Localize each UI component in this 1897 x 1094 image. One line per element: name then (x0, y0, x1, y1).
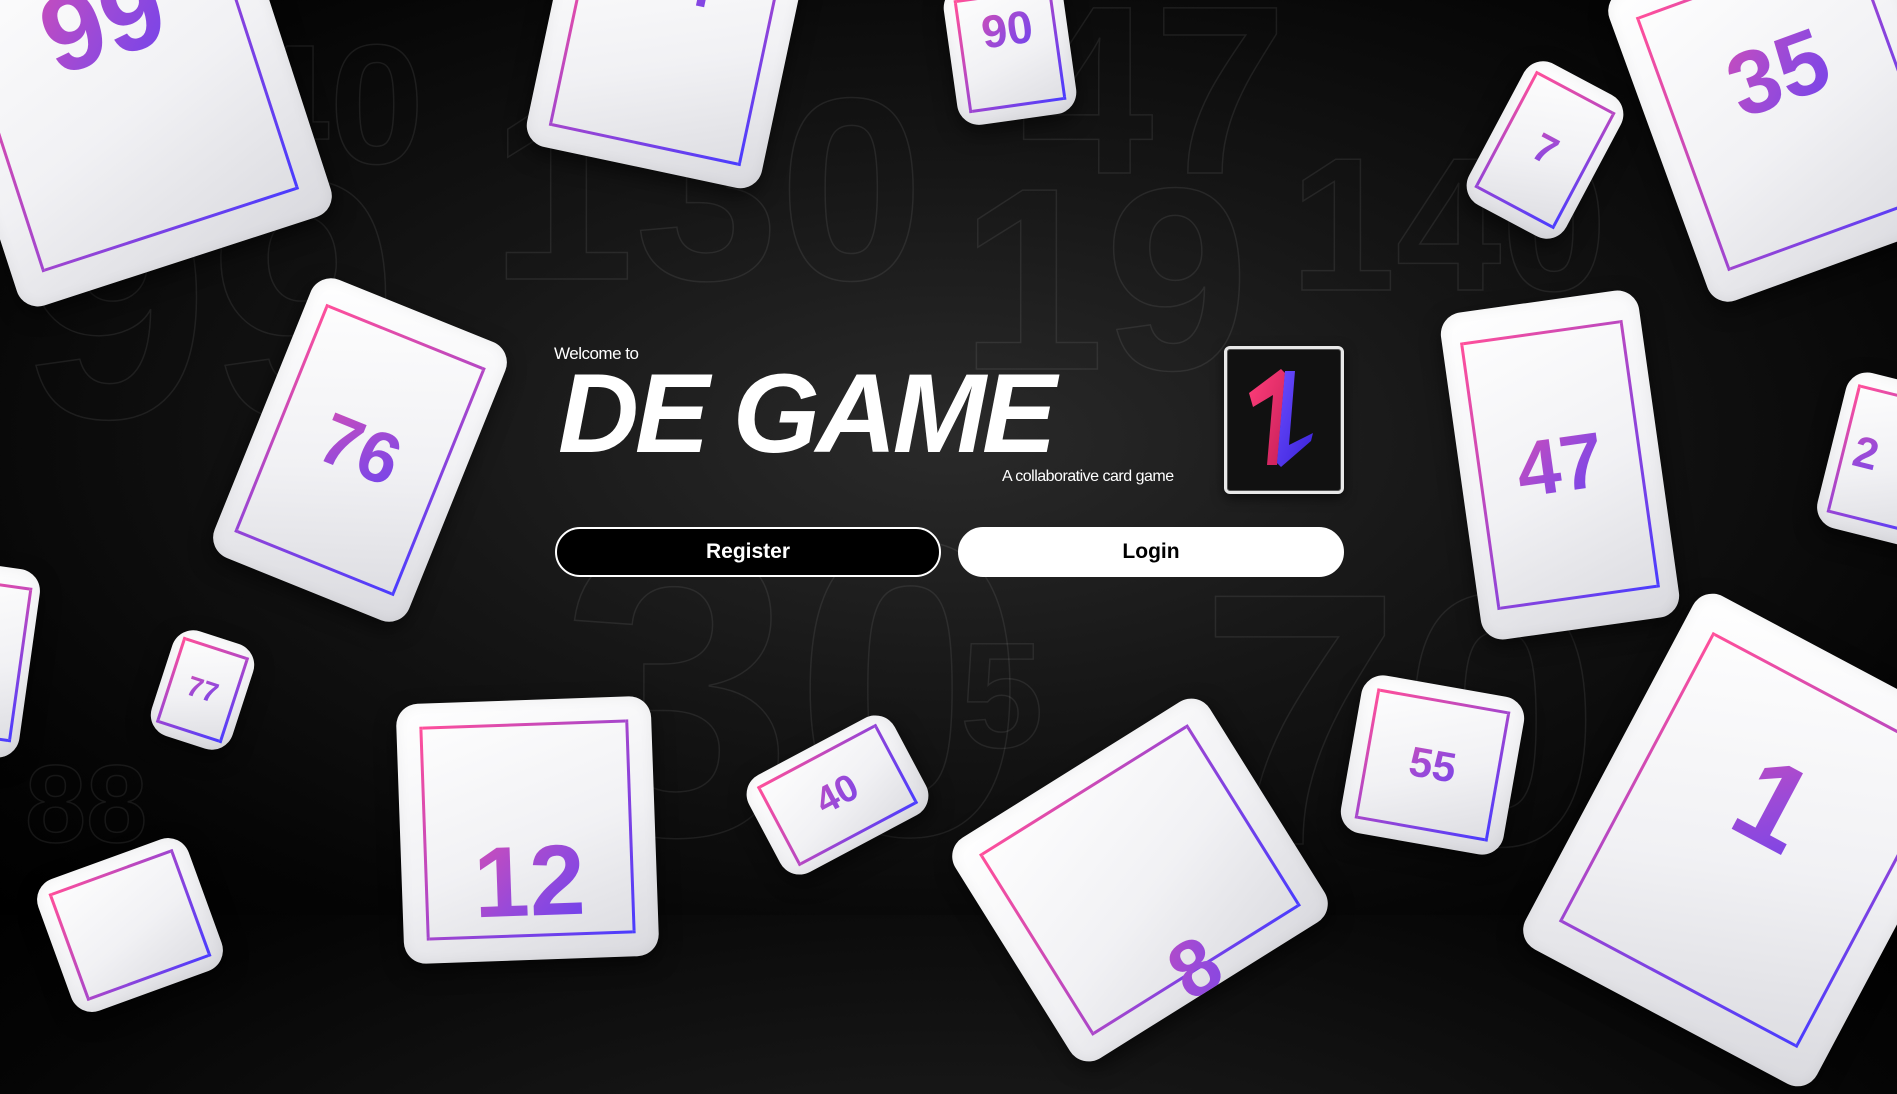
floating-card (0, 559, 43, 761)
floating-card: 35 (1602, 0, 1897, 308)
background-number: 88 (24, 743, 148, 866)
page-title: DE GAME (558, 351, 1057, 476)
floating-card: 2 (1812, 367, 1897, 553)
floating-card: 90 (940, 0, 1080, 128)
hero: Welcome to DE GAME A collaborative card … (554, 344, 1344, 494)
tagline: A collaborative card game (1002, 468, 1174, 485)
login-button[interactable]: Login (958, 527, 1344, 577)
floating-card: 55 (1337, 671, 1528, 859)
de-game-logo-icon (1224, 346, 1344, 494)
floating-card: 12 (395, 695, 660, 965)
logo-glyph (1249, 369, 1313, 467)
background-number: 5 (959, 611, 1044, 779)
register-button[interactable]: Register (555, 527, 941, 577)
card-value: 12 (400, 820, 659, 944)
floating-card: 77 (145, 624, 260, 756)
